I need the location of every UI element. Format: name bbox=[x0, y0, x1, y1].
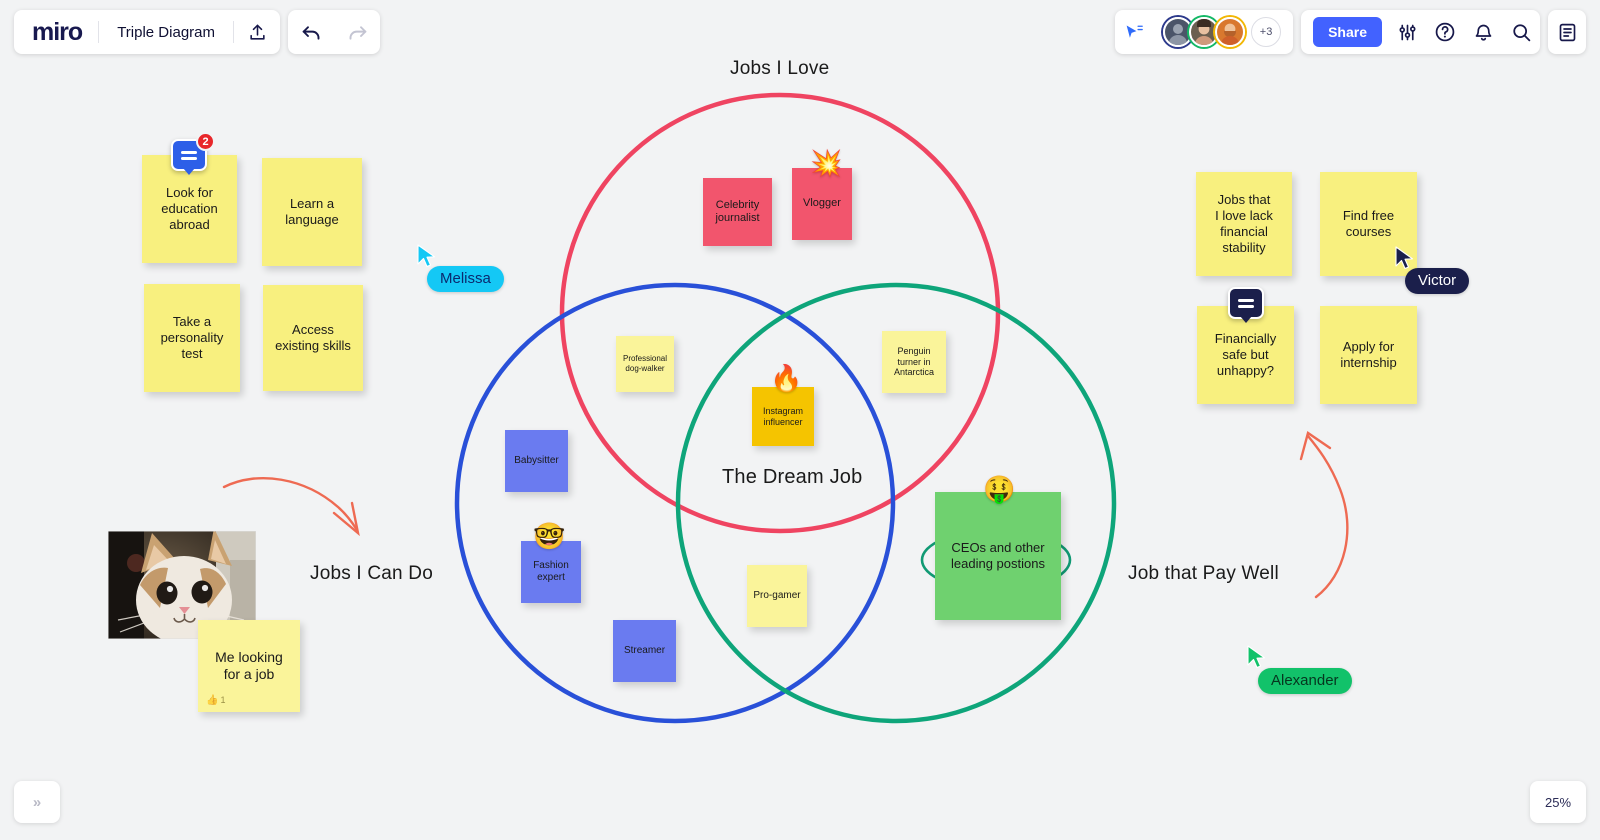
thumbs-up-icon: 👍 bbox=[206, 694, 219, 706]
sticky-note-vlogger[interactable]: Vlogger 💥 bbox=[792, 150, 852, 240]
sticky-note-text: Babysitter bbox=[514, 454, 559, 466]
venn-label-center: The Dream Job bbox=[722, 466, 863, 488]
sticky-note-text: Apply for internship bbox=[1340, 339, 1397, 370]
sticky-note-instagram-influencer[interactable]: Instagram influencer 🔥 bbox=[752, 365, 814, 446]
comment-pin-education[interactable]: 2 bbox=[171, 132, 215, 171]
redo-icon bbox=[334, 10, 380, 54]
sticky-note-text: Me looking for a job bbox=[215, 648, 283, 682]
sticky-note-text: Access existing skills bbox=[275, 322, 351, 353]
board-title[interactable]: Triple Diagram bbox=[99, 24, 233, 41]
notes-panel-icon[interactable] bbox=[1548, 10, 1586, 54]
sticky-note-ceos-and-other-leading-postions[interactable]: CEOs and other leading postions 🤑 bbox=[935, 476, 1061, 620]
search-icon[interactable] bbox=[1502, 10, 1540, 54]
venn-label-right: Job that Pay Well bbox=[1128, 563, 1279, 584]
actions-panel: Share bbox=[1301, 10, 1540, 54]
miro-board-canvas[interactable]: Jobs I Love Jobs I Can Do Job that Pay W… bbox=[0, 0, 1600, 840]
avatar-overflow-count[interactable]: +3 bbox=[1251, 17, 1282, 47]
history-panel bbox=[288, 10, 380, 54]
sticky-reaction-badge[interactable]: 👍 1 bbox=[206, 695, 225, 707]
sticky-note-text: Professional dog-walker bbox=[622, 354, 668, 373]
sticky-note-pro-gamer[interactable]: Pro-gamer bbox=[747, 565, 807, 627]
upload-icon[interactable] bbox=[234, 10, 280, 54]
zoom-level-indicator[interactable]: 25% bbox=[1530, 781, 1586, 823]
share-button[interactable]: Share bbox=[1313, 17, 1382, 47]
sticky-note-text: Streamer bbox=[623, 644, 666, 656]
sticky-note-text: Take a personality test bbox=[160, 314, 224, 361]
sticky-note-learn-a-language[interactable]: Learn a language bbox=[262, 158, 362, 266]
avatar[interactable] bbox=[1215, 17, 1246, 47]
sticky-note-me-looking-for-a-job[interactable]: Me looking for a job 👍 1 bbox=[198, 620, 300, 712]
notes-panel-button[interactable] bbox=[1548, 10, 1586, 54]
sticky-note-text: CEOs and other leading postions bbox=[951, 540, 1045, 571]
sticky-note-text: Penguin turner in Antarctica bbox=[893, 345, 935, 378]
sticky-note-text: Vlogger bbox=[803, 197, 841, 210]
collaborators-panel: +3 bbox=[1115, 10, 1294, 54]
cursor-name-label: Melissa bbox=[427, 266, 504, 292]
sticky-note-text: Jobs that I love lack financial stability bbox=[1215, 192, 1273, 255]
sticky-note-text: Pro-gamer bbox=[753, 589, 801, 601]
sticky-emoji-icon: 🤑 bbox=[983, 474, 1016, 504]
cursor-arrow-icon bbox=[1246, 645, 1268, 669]
sticky-note-take-a-personality-test[interactable]: Take a personality test bbox=[144, 284, 240, 392]
cursor-arrow-icon bbox=[1394, 246, 1416, 270]
comment-pin-financially-safe[interactable] bbox=[1228, 287, 1264, 319]
help-circle-icon[interactable] bbox=[1426, 10, 1464, 54]
sticky-note-text: Learn a language bbox=[285, 196, 339, 227]
venn-label-left: Jobs I Can Do bbox=[310, 563, 433, 584]
arrow-job-that-pay-well bbox=[1299, 431, 1349, 599]
sticky-note-jobs-that-i-love-lack-financial-stability[interactable]: Jobs that I love lack financial stability bbox=[1196, 172, 1292, 276]
reaction-count: 1 bbox=[220, 695, 226, 706]
top-right-toolbar: +3 Share bbox=[1115, 10, 1586, 54]
comment-count-badge: 2 bbox=[196, 132, 215, 151]
sticky-note-text: Instagram influencer bbox=[762, 405, 804, 427]
follow-cursor-icon[interactable] bbox=[1115, 10, 1153, 54]
sticky-note-text: Fashion expert bbox=[533, 559, 569, 583]
sticky-emoji-icon: 🤓 bbox=[533, 521, 566, 551]
comment-icon bbox=[1238, 298, 1254, 308]
venn-label-top: Jobs I Love bbox=[730, 58, 830, 79]
sticky-note-text: Find free courses bbox=[1342, 208, 1395, 239]
sticky-note-access-existing-skills[interactable]: Access existing skills bbox=[263, 285, 363, 391]
sticky-note-babysitter[interactable]: Babysitter bbox=[505, 430, 568, 492]
comment-icon bbox=[181, 150, 197, 160]
undo-icon[interactable] bbox=[288, 10, 334, 54]
sticky-note-text: Financially safe but unhappy? bbox=[1214, 331, 1277, 378]
cursor-name-label: Victor bbox=[1405, 268, 1470, 294]
expand-panel-button[interactable]: » bbox=[14, 781, 60, 823]
sticky-note-text: Celebrity journalist bbox=[715, 198, 760, 224]
cursor-name-label: Alexander bbox=[1258, 668, 1352, 694]
sticky-emoji-icon: 💥 bbox=[810, 148, 843, 178]
sticky-note-text: Look for education abroad bbox=[161, 185, 218, 232]
sticky-note-celebrity-journalist[interactable]: Celebrity journalist bbox=[703, 178, 772, 246]
arrow-jobs-i-can-do bbox=[222, 476, 360, 537]
sticky-note-professional-dog-walker[interactable]: Professional dog-walker bbox=[616, 336, 674, 392]
top-left-toolbar: miro Triple Diagram bbox=[14, 10, 380, 54]
sticky-note-fashion-expert[interactable]: Fashion expert 🤓 bbox=[521, 523, 581, 603]
sticky-note-streamer[interactable]: Streamer bbox=[613, 620, 676, 682]
sticky-note-apply-for-internship[interactable]: Apply for internship bbox=[1320, 306, 1417, 404]
avatar-group[interactable]: +3 bbox=[1153, 17, 1293, 47]
sticky-emoji-icon: 🔥 bbox=[770, 363, 803, 393]
sliders-icon[interactable] bbox=[1388, 10, 1426, 54]
sticky-note-penguin-turner-in-antarctica[interactable]: Penguin turner in Antarctica bbox=[882, 331, 946, 393]
board-panel: miro Triple Diagram bbox=[14, 10, 280, 54]
bell-icon[interactable] bbox=[1464, 10, 1502, 54]
miro-logo[interactable]: miro bbox=[14, 18, 98, 47]
cursor-arrow-icon bbox=[416, 244, 438, 268]
